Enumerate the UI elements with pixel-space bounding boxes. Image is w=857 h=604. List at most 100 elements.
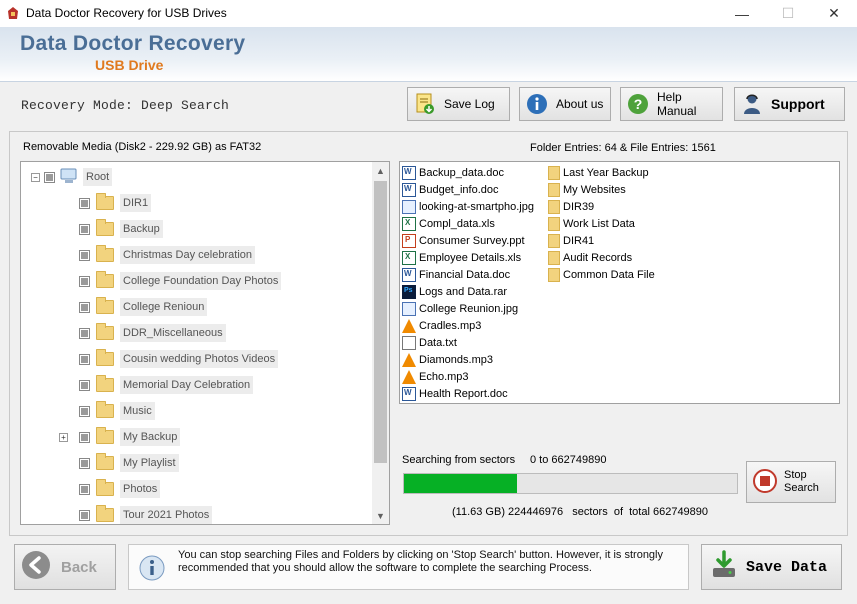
folder-icon — [96, 349, 114, 366]
stop-search-button[interactable]: Stop Search — [746, 461, 836, 503]
file-item[interactable]: Cradles.mp3 — [402, 317, 481, 334]
support-button[interactable]: Support — [734, 87, 845, 121]
tree-item-checkbox[interactable] — [79, 353, 90, 365]
tree-item-checkbox[interactable] — [79, 405, 90, 417]
folder-item[interactable]: Work List Data — [548, 215, 635, 232]
file-name: Logs and Data.rar — [419, 285, 508, 298]
folder-item[interactable]: Last Year Backup — [548, 164, 649, 181]
tree-item-label: Christmas Day celebration — [120, 246, 255, 264]
tree-root-checkbox[interactable] — [44, 171, 55, 183]
tree-item-checkbox[interactable] — [79, 197, 90, 209]
folder-icon — [96, 297, 114, 314]
folder-icon — [96, 193, 114, 210]
file-item[interactable]: College Reunion.jpg — [402, 300, 518, 317]
file-item[interactable]: Echo.mp3 — [402, 368, 469, 385]
scroll-thumb[interactable] — [374, 181, 387, 463]
folder-item[interactable]: DIR41 — [548, 232, 594, 249]
tree-item-checkbox[interactable] — [79, 275, 90, 287]
file-item[interactable]: Diamonds.mp3 — [402, 351, 493, 368]
file-item[interactable]: looking-at-smartpho.jpg — [402, 198, 534, 215]
tree-item[interactable]: Music — [61, 400, 155, 422]
tree-item[interactable]: Cousin wedding Photos Videos — [61, 348, 279, 370]
tree-item[interactable]: Photos — [61, 478, 161, 500]
excel-icon — [402, 216, 416, 231]
tree-item-checkbox[interactable] — [79, 379, 90, 391]
tree-scrollbar[interactable]: ▲ ▼ — [372, 162, 389, 524]
powerpoint-icon — [402, 233, 416, 248]
tree-item[interactable]: College Foundation Day Photos — [61, 270, 282, 292]
back-arrow-icon — [21, 550, 51, 584]
file-name: Backup_data.doc — [419, 166, 505, 179]
maximize-button[interactable]: ☐ — [765, 0, 811, 27]
tree-item[interactable]: My Playlist — [61, 452, 179, 474]
tree-item[interactable]: Christmas Day celebration — [61, 244, 255, 266]
file-name: Financial Data.doc — [419, 268, 511, 281]
file-name: Compl_data.xls — [419, 217, 495, 230]
tree-item[interactable]: College Renioun — [61, 296, 208, 318]
tree-item[interactable]: Backup — [61, 218, 163, 240]
folder-item[interactable]: Audit Records — [548, 249, 632, 266]
folder-item[interactable]: My Websites — [548, 181, 626, 198]
file-item[interactable]: Employee Details.xls — [402, 249, 521, 266]
folder-icon — [548, 216, 560, 231]
folder-item[interactable]: DIR39 — [548, 198, 594, 215]
tree-item-checkbox[interactable] — [79, 483, 90, 495]
scroll-up-icon[interactable]: ▲ — [372, 162, 389, 179]
tree-item-checkbox[interactable] — [79, 223, 90, 235]
file-name: Consumer Survey.ppt — [419, 234, 525, 247]
tree-item-label: College Renioun — [120, 298, 208, 316]
tree-item[interactable]: DDR_Miscellaneous — [61, 322, 226, 344]
header-banner: Data Doctor Recovery USB Drive — [0, 27, 857, 82]
tree-item-checkbox[interactable] — [79, 431, 90, 443]
close-button[interactable]: ✕ — [811, 0, 857, 27]
file-item[interactable]: Financial Data.doc — [402, 266, 510, 283]
collapse-icon[interactable]: − — [31, 172, 40, 182]
about-us-button[interactable]: About us — [519, 87, 611, 121]
text-file-icon — [402, 335, 416, 350]
tree-item-checkbox[interactable] — [79, 301, 90, 313]
back-button[interactable]: Back — [14, 544, 116, 590]
file-item[interactable]: Consumer Survey.ppt — [402, 232, 525, 249]
file-item[interactable]: Logs and Data.rar — [402, 283, 507, 300]
folder-tree[interactable]: − Root DIR1 Backup Christmas Day celebrati… — [20, 161, 390, 525]
file-name: College Reunion.jpg — [419, 302, 519, 315]
scroll-down-icon[interactable]: ▼ — [372, 507, 389, 524]
tree-root[interactable]: − Root — [31, 166, 113, 188]
archive-icon — [402, 284, 416, 299]
tree-item[interactable]: DIR1 — [61, 192, 152, 214]
file-item[interactable]: Health Report.doc — [402, 385, 508, 402]
tree-item-checkbox[interactable] — [79, 509, 90, 521]
folder-icon — [96, 505, 114, 522]
image-icon — [402, 301, 416, 316]
tree-item-label: Music — [120, 402, 155, 420]
tree-item[interactable]: Tour 2021 Photos — [61, 504, 213, 524]
file-item[interactable]: Backup_data.doc — [402, 164, 504, 181]
tree-item[interactable]: Memorial Day Celebration — [61, 374, 254, 396]
help-manual-button[interactable]: ? Help Manual — [620, 87, 723, 121]
file-list[interactable]: Backup_data.doc Budget_info.doc looking-at… — [399, 161, 840, 404]
excel-icon — [402, 250, 416, 265]
save-log-button[interactable]: Save Log — [407, 87, 510, 121]
brand-name: Data Doctor Recovery — [20, 32, 246, 55]
save-log-icon — [414, 93, 436, 115]
expand-icon[interactable]: + — [59, 432, 68, 442]
minimize-button[interactable]: — — [719, 0, 765, 27]
folder-icon — [548, 182, 560, 197]
tree-item-checkbox[interactable] — [79, 327, 90, 339]
folder-item[interactable]: Common Data File — [548, 266, 655, 283]
tree-item-checkbox[interactable] — [79, 457, 90, 469]
search-status-label: Searching from sectors — [402, 454, 516, 466]
product-name: USB Drive — [95, 57, 164, 73]
save-data-button[interactable]: Save Data — [701, 544, 842, 590]
file-item[interactable]: Data.txt — [402, 334, 457, 351]
app-icon — [6, 6, 20, 20]
recovery-mode-label: Recovery Mode: Deep Search — [21, 98, 230, 113]
file-name: Diamonds.mp3 — [419, 353, 493, 366]
info-icon — [526, 93, 548, 115]
tree-item-label: DDR_Miscellaneous — [120, 324, 226, 342]
tree-item-checkbox[interactable] — [79, 249, 90, 261]
file-name: looking-at-smartpho.jpg — [419, 200, 534, 213]
tree-item[interactable]: + My Backup — [59, 426, 181, 448]
file-item[interactable]: Compl_data.xls — [402, 215, 495, 232]
file-item[interactable]: Budget_info.doc — [402, 181, 499, 198]
